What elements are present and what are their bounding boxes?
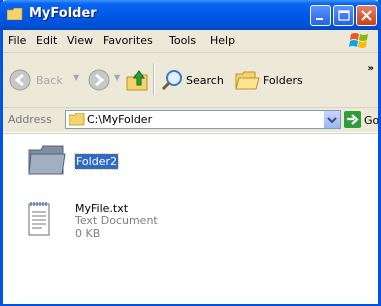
- minimize-button[interactable]: [310, 5, 331, 26]
- title-bar[interactable]: MyFolder: [0, 0, 381, 30]
- windows-logo-icon: [349, 33, 368, 48]
- toolbar-separator: [153, 63, 155, 95]
- address-label: Address: [8, 113, 52, 126]
- address-field[interactable]: C:\MyFolder: [65, 110, 341, 129]
- file-type: Text Document: [75, 214, 158, 227]
- address-bar: Address C:\MyFolder Go: [3, 108, 379, 132]
- minimize-icon: [316, 18, 323, 20]
- toolbar: Back ▼ ▼ Search Folders »: [3, 53, 378, 108]
- menu-view[interactable]: View: [67, 34, 93, 47]
- back-button[interactable]: Back: [36, 74, 63, 87]
- explorer-window: MyFolder File Edit View Favorites Tools …: [0, 0, 381, 306]
- back-dropdown-icon[interactable]: ▼: [73, 73, 79, 82]
- address-path[interactable]: C:\MyFolder: [87, 113, 152, 126]
- close-button[interactable]: [356, 5, 377, 26]
- folder-icon: [69, 113, 85, 126]
- file-size: 0 KB: [75, 227, 101, 240]
- menu-file[interactable]: File: [8, 34, 26, 47]
- go-label[interactable]: Go: [364, 114, 379, 127]
- up-folder-icon[interactable]: [125, 67, 151, 93]
- back-arrow-icon: [9, 69, 31, 91]
- forward-arrow-icon[interactable]: [88, 69, 110, 91]
- window-title: MyFolder: [29, 6, 97, 21]
- go-button[interactable]: [344, 111, 361, 128]
- menu-favorites[interactable]: Favorites: [103, 34, 153, 47]
- folder-icon[interactable]: [27, 144, 67, 176]
- search-icon: [161, 70, 182, 91]
- folders-icon: [235, 71, 260, 90]
- address-dropdown-button[interactable]: [323, 111, 340, 128]
- maximize-button[interactable]: [333, 5, 354, 26]
- forward-dropdown-icon[interactable]: ▼: [114, 73, 120, 82]
- close-icon: [361, 10, 372, 21]
- search-button[interactable]: Search: [186, 74, 224, 87]
- text-document-icon[interactable]: [27, 201, 51, 237]
- toolbar-overflow-icon[interactable]: »: [368, 63, 374, 74]
- menu-bar: File Edit View Favorites Tools Help: [3, 30, 378, 53]
- menu-tools[interactable]: Tools: [169, 34, 196, 47]
- menu-edit[interactable]: Edit: [36, 34, 57, 47]
- go-arrow-icon: [347, 114, 359, 125]
- chevron-down-icon: [327, 117, 337, 124]
- folder-icon: [7, 8, 23, 20]
- file-list[interactable]: Folder2 MyFile.txt Text Document 0 KB: [3, 133, 378, 304]
- folder-label[interactable]: Folder2: [74, 153, 119, 170]
- maximize-icon: [338, 10, 350, 21]
- folders-button[interactable]: Folders: [263, 74, 303, 87]
- menu-help[interactable]: Help: [210, 34, 235, 47]
